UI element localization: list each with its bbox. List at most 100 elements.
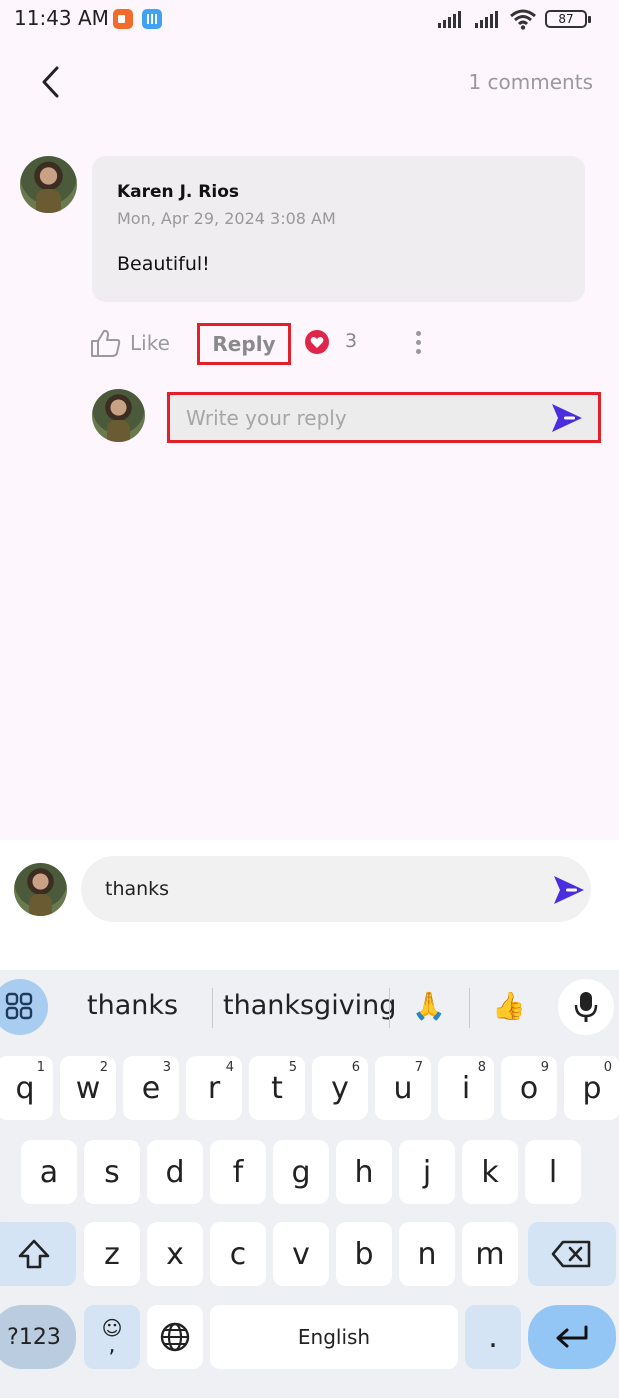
key-label: c (229, 1236, 247, 1272)
key-z[interactable]: z (84, 1222, 140, 1286)
key-hint-number: 3 (162, 1060, 171, 1075)
suggestion-2[interactable]: thanksgiving (223, 990, 396, 1021)
period-key[interactable]: . (465, 1305, 521, 1369)
key-h[interactable]: h (336, 1140, 392, 1204)
calendar-notification-icon (142, 9, 162, 29)
signal-icon-2 (475, 11, 498, 28)
key-label: . (488, 1319, 498, 1355)
microphone-icon (574, 992, 598, 1022)
key-label: d (165, 1154, 185, 1190)
key-label: u (393, 1070, 413, 1106)
suggestion-1[interactable]: thanks (87, 990, 178, 1021)
key-label: j (422, 1154, 432, 1190)
key-label: English (297, 1325, 371, 1349)
send-icon[interactable] (550, 401, 584, 435)
send-icon[interactable] (552, 873, 586, 907)
enter-key[interactable] (528, 1305, 616, 1369)
symbols-key[interactable]: ?123 (0, 1305, 76, 1369)
comment-input[interactable]: thanks (81, 856, 591, 922)
key-label: h (354, 1154, 374, 1190)
key-hint-number: 9 (540, 1060, 549, 1075)
more-dot-icon (416, 340, 421, 345)
voice-input-button[interactable] (558, 979, 614, 1035)
key-hint-number: 4 (225, 1060, 234, 1075)
key-l[interactable]: l (525, 1140, 581, 1204)
key-label: i (461, 1070, 471, 1106)
key-w[interactable]: w2 (60, 1056, 116, 1120)
key-e[interactable]: e3 (123, 1056, 179, 1120)
key-f[interactable]: f (210, 1140, 266, 1204)
key-j[interactable]: j (399, 1140, 455, 1204)
key-label: , (108, 1333, 116, 1358)
key-label: ?123 (7, 1324, 61, 1350)
keyboard-menu-button[interactable] (0, 979, 48, 1035)
video-call-notification-icon (113, 9, 133, 29)
suggestion-emoji-pray[interactable]: 🙏 (412, 990, 446, 1022)
reply-input[interactable]: Write your reply (167, 392, 601, 443)
key-r[interactable]: r4 (186, 1056, 242, 1120)
key-m[interactable]: m (462, 1222, 518, 1286)
like-label: Like (130, 331, 170, 355)
key-label: a (39, 1154, 59, 1190)
key-label: p (582, 1070, 602, 1106)
like-button[interactable]: Like (90, 326, 170, 360)
reaction-count: 3 (345, 330, 358, 352)
key-label: v (292, 1236, 310, 1272)
key-label: w (75, 1070, 101, 1106)
key-hint-number: 7 (414, 1060, 423, 1075)
suggestion-emoji-thumbs-up[interactable]: 👍 (492, 990, 526, 1022)
status-bar: 11:43 AM 87 (0, 0, 619, 40)
key-label: l (548, 1154, 558, 1190)
key-label: k (481, 1154, 499, 1190)
key-s[interactable]: s (84, 1140, 140, 1204)
commenter-avatar[interactable] (20, 156, 77, 213)
key-t[interactable]: t5 (249, 1056, 305, 1120)
key-n[interactable]: n (399, 1222, 455, 1286)
reply-placeholder: Write your reply (186, 406, 347, 430)
key-hint-number: 0 (603, 1060, 612, 1075)
heart-reaction-icon[interactable] (305, 330, 329, 354)
comments-count: 1 comments (468, 70, 593, 94)
suggestion-divider (469, 988, 470, 1028)
key-c[interactable]: c (210, 1222, 266, 1286)
backspace-key[interactable] (528, 1222, 616, 1286)
apps-grid-icon (5, 992, 33, 1020)
key-label: s (104, 1154, 120, 1190)
key-a[interactable]: a (21, 1140, 77, 1204)
key-hint-number: 5 (288, 1060, 297, 1075)
key-g[interactable]: g (273, 1140, 329, 1204)
key-label: z (104, 1236, 120, 1272)
key-x[interactable]: x (147, 1222, 203, 1286)
suggestion-divider (212, 988, 213, 1028)
key-o[interactable]: o9 (501, 1056, 557, 1120)
key-i[interactable]: i8 (438, 1056, 494, 1120)
key-v[interactable]: v (273, 1222, 329, 1286)
reply-avatar (92, 389, 145, 442)
more-dot-icon (416, 349, 421, 354)
shift-key[interactable] (0, 1222, 76, 1286)
key-u[interactable]: u7 (375, 1056, 431, 1120)
back-button[interactable] (30, 60, 70, 104)
key-k[interactable]: k (462, 1140, 518, 1204)
space-bar[interactable]: English (210, 1305, 458, 1369)
thumbs-up-icon (91, 329, 121, 357)
key-hint-number: 6 (351, 1060, 360, 1075)
reply-button[interactable]: Reply (197, 323, 291, 365)
key-p[interactable]: p0 (564, 1056, 619, 1120)
comment-date: Mon, Apr 29, 2024 3:08 AM (117, 209, 336, 228)
language-key[interactable] (147, 1305, 203, 1369)
composer-avatar (14, 863, 67, 916)
key-q[interactable]: q1 (0, 1056, 53, 1120)
key-hint-number: 8 (477, 1060, 486, 1075)
key-d[interactable]: d (147, 1140, 203, 1204)
key-y[interactable]: y6 (312, 1056, 368, 1120)
wifi-icon (510, 9, 536, 30)
emoji-comma-key[interactable]: ☺, (84, 1305, 140, 1369)
heart-icon (310, 337, 324, 348)
chevron-left-icon (42, 66, 59, 98)
comment-body: Beautiful! (117, 253, 210, 275)
key-b[interactable]: b (336, 1222, 392, 1286)
globe-icon (160, 1322, 190, 1352)
more-options-button[interactable] (408, 328, 430, 356)
more-dot-icon (416, 331, 421, 336)
